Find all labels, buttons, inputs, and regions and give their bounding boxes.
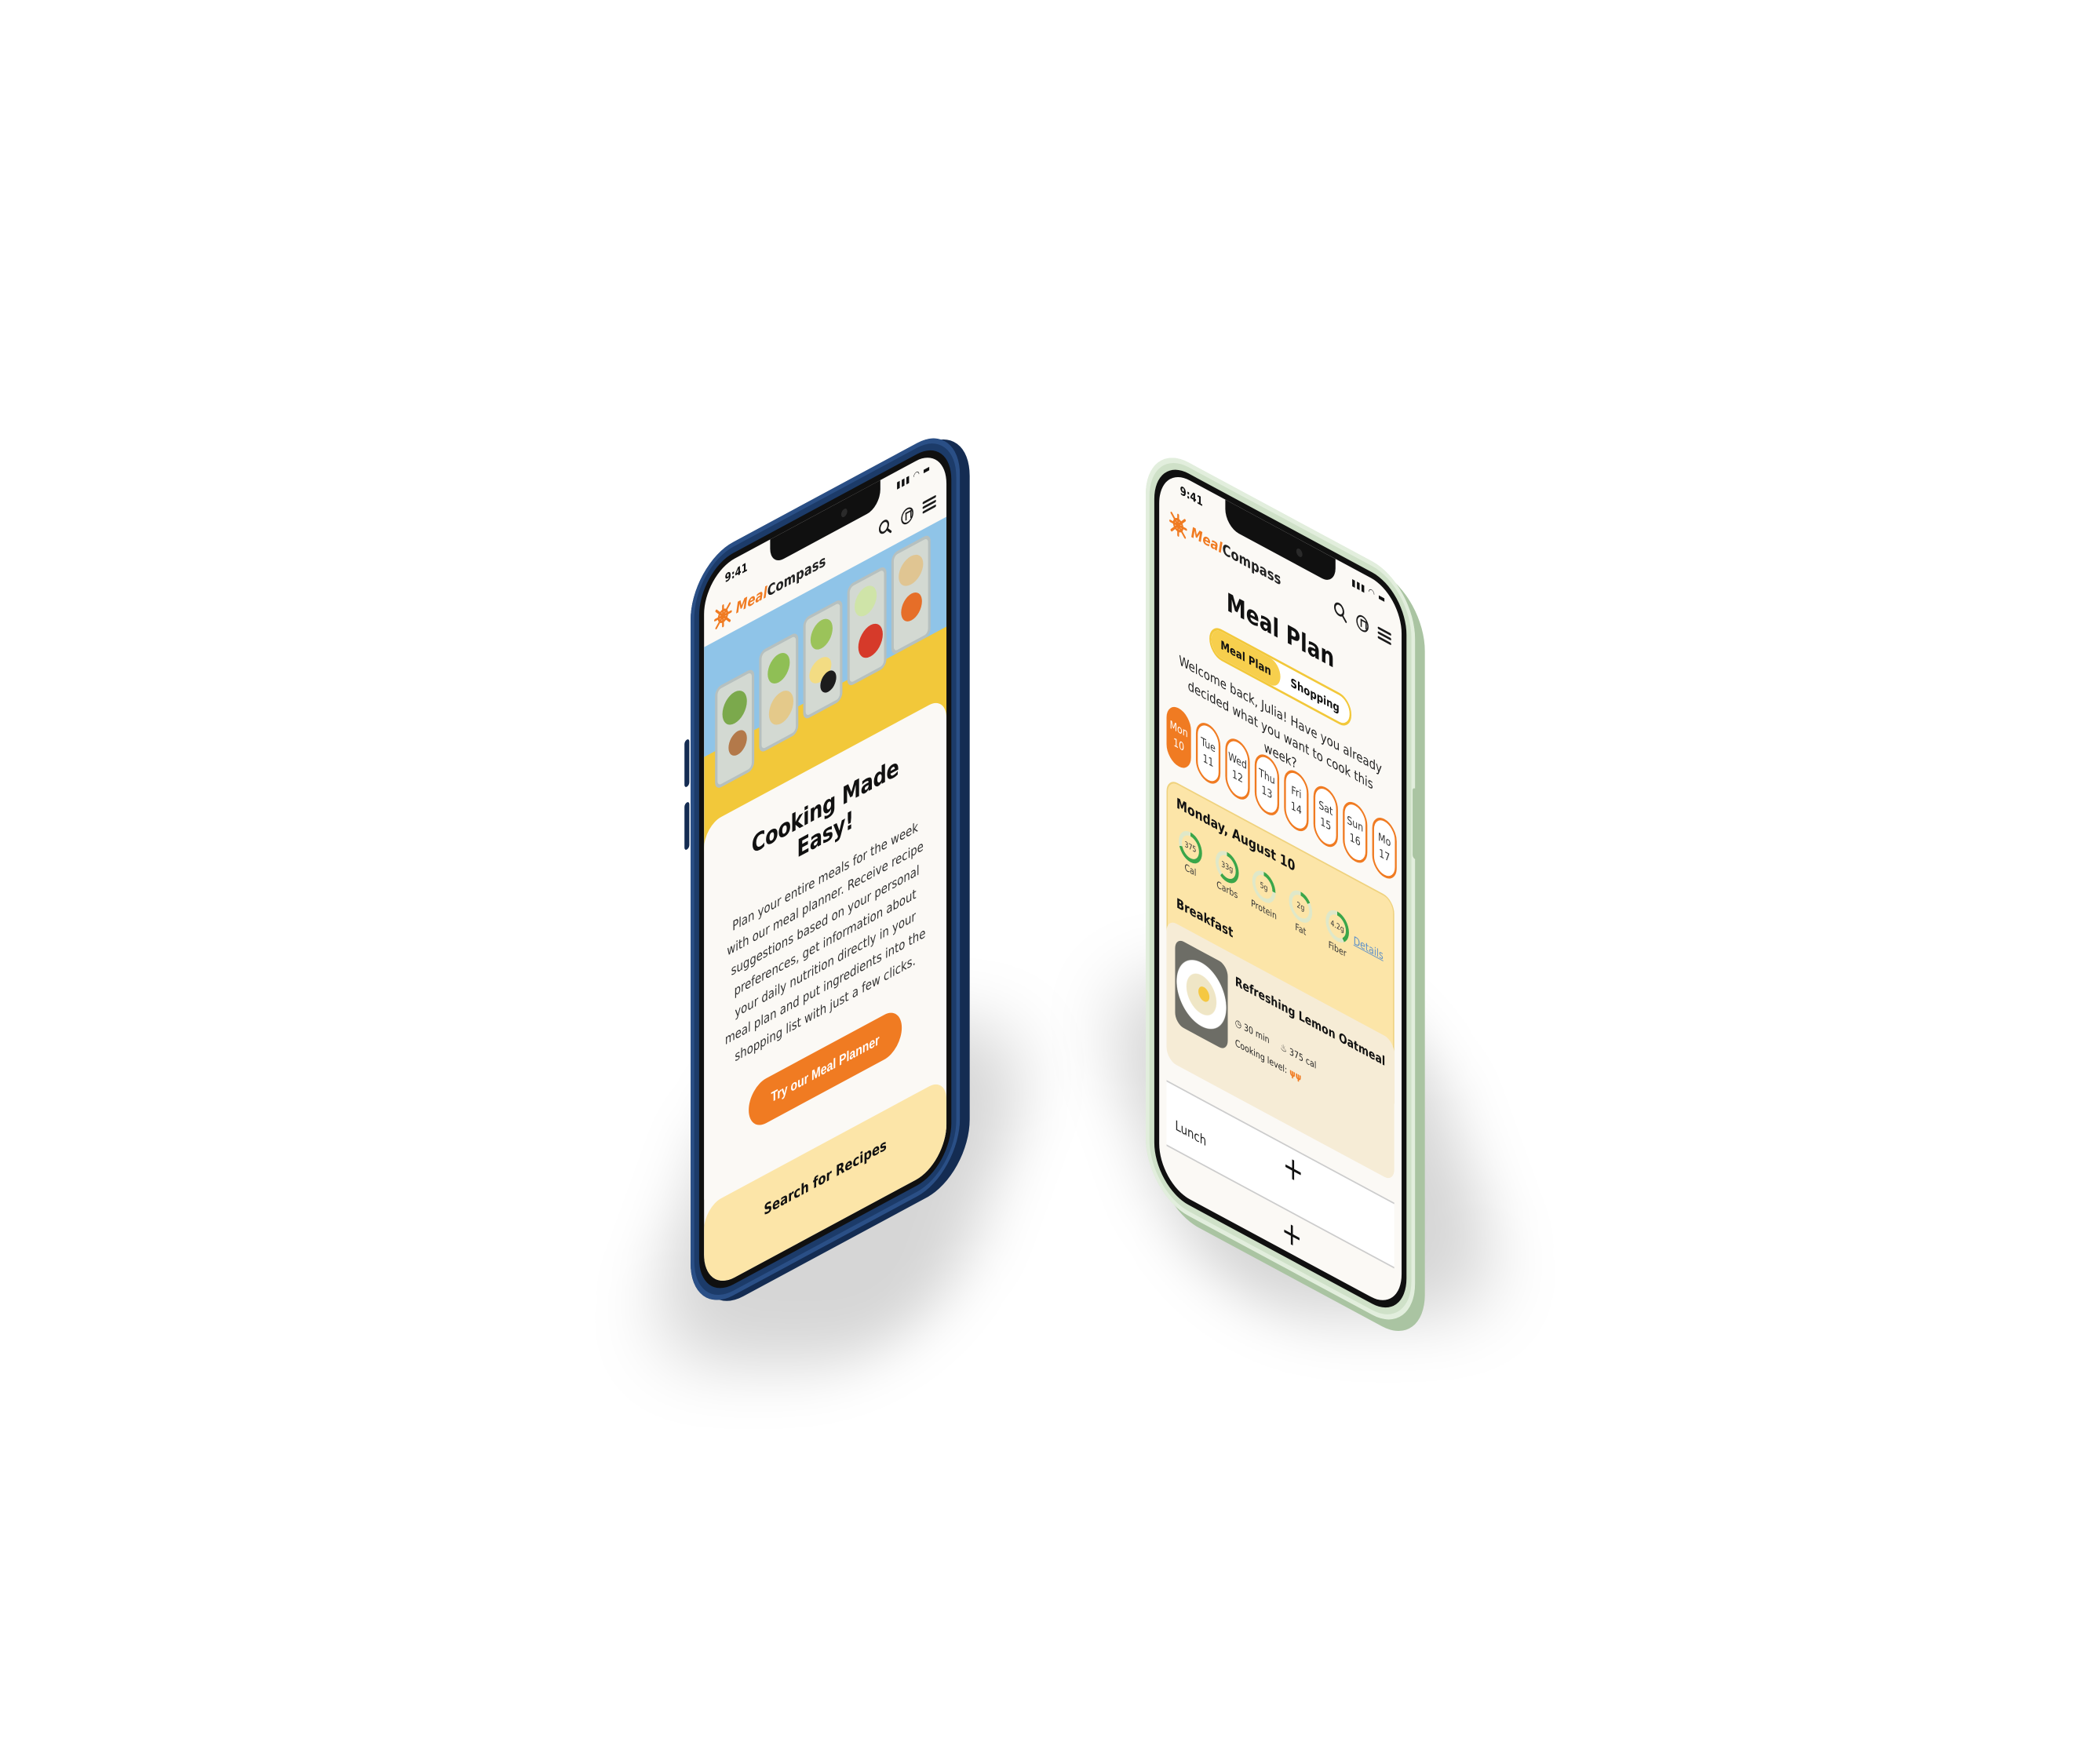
search-icon[interactable]	[1333, 599, 1348, 625]
food-tray	[759, 631, 799, 754]
volume-up-button	[684, 738, 690, 789]
utensils-icon: ψψ	[1289, 1066, 1302, 1084]
day-chip[interactable]: Mon 10	[1166, 702, 1191, 774]
status-time: 9:41	[1179, 483, 1203, 510]
food-tray	[803, 597, 843, 721]
recipe-time: 30 min	[1244, 1021, 1270, 1046]
recipe-image	[1175, 937, 1228, 1052]
add-meal-icon[interactable]: +	[1282, 1211, 1302, 1258]
nutrition-item: 2g Fat	[1285, 884, 1316, 943]
phone-home-body: 9:41 ▮▮▮ ◠ ▬ MealCompass Cooking Made Ea…	[684, 420, 961, 1319]
compass-logo-icon	[714, 602, 732, 629]
day-chip[interactable]: Tue 11	[1195, 717, 1221, 789]
day-chip[interactable]: Thu 13	[1254, 749, 1280, 821]
mockup-stage: 9:41 ▮▮▮ ◠ ▬ MealCompass Cooking Made Ea…	[0, 0, 2100, 1750]
home-screen: 9:41 ▮▮▮ ◠ ▬ MealCompass Cooking Made Ea…	[704, 444, 947, 1294]
nutrition-item: 33g Carbs	[1212, 844, 1242, 903]
menu-icon[interactable]	[922, 490, 937, 517]
bookmark-icon[interactable]	[900, 502, 915, 529]
volume-down-button	[684, 800, 690, 851]
power-button	[1413, 787, 1419, 862]
food-tray	[715, 667, 755, 791]
lunch-label: Lunch	[1175, 1117, 1207, 1150]
food-tray	[847, 564, 887, 688]
day-chip[interactable]: Mo 17	[1372, 812, 1397, 884]
details-link[interactable]: Details	[1354, 935, 1384, 963]
add-lunch-icon[interactable]: +	[1283, 1146, 1303, 1193]
search-icon[interactable]	[878, 514, 893, 541]
day-chip[interactable]: Wed 12	[1225, 733, 1250, 805]
phone-plan-body: 9:41 ▮▮▮ ◠ ▬ MealCompass Meal Plan Meal …	[1146, 439, 1419, 1338]
day-chip[interactable]: Sat 15	[1313, 781, 1338, 852]
day-chip[interactable]: Fri 14	[1284, 764, 1309, 837]
menu-icon[interactable]	[1377, 622, 1392, 649]
status-time: 9:41	[724, 559, 748, 586]
day-chip[interactable]: Sun 16	[1343, 797, 1368, 869]
compass-logo-icon	[1169, 512, 1187, 539]
nutrition-item: 5g Protein	[1249, 864, 1279, 924]
meal-plan-screen: 9:41 ▮▮▮ ◠ ▬ MealCompass Meal Plan Meal …	[1159, 464, 1402, 1314]
bookmark-icon[interactable]	[1355, 611, 1370, 637]
nutrition-item: 375 Cal	[1175, 824, 1205, 884]
recipe-calories: 375 cal	[1289, 1045, 1317, 1072]
nutrition-item: 4.2g Fiber	[1322, 903, 1353, 963]
food-tray	[891, 533, 931, 657]
